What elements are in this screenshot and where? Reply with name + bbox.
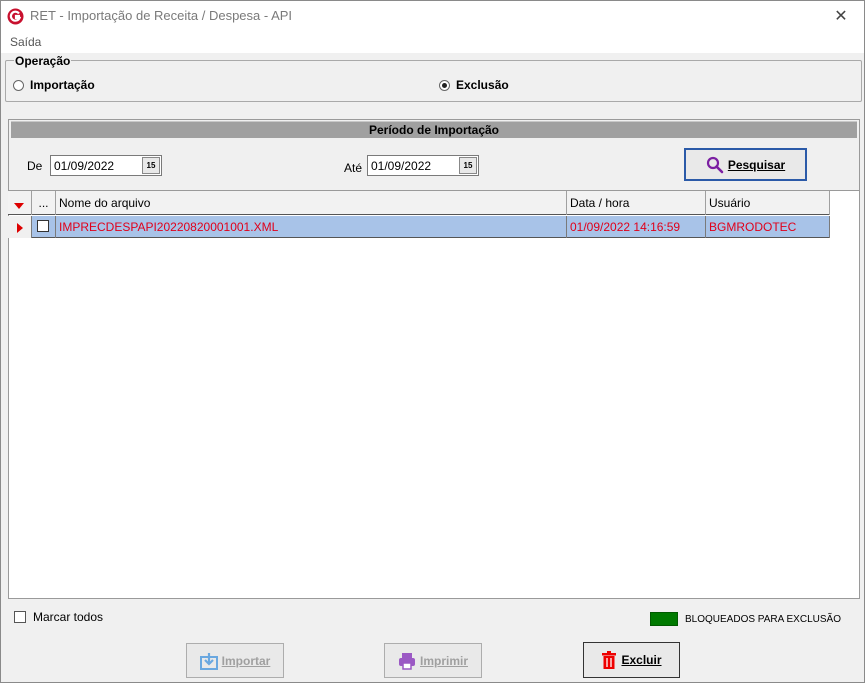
from-calendar-icon[interactable]: 15 [142,157,160,174]
import-button[interactable]: Importar [186,643,284,678]
main-window: RET - Importação de Receita / Despesa - … [0,0,865,683]
to-calendar-icon[interactable]: 15 [459,157,477,174]
grid-col-user-label: Usuário [709,196,751,210]
table-row[interactable]: IMPRECDESPAPI20220820001001.XML 01/09/20… [8,216,830,238]
import-icon [199,652,218,670]
period-header: Período de Importação [11,121,857,138]
row-filename: IMPRECDESPAPI20220820001001.XML [56,216,567,238]
delete-button[interactable]: Excluir [583,642,680,678]
grid-header: ... Nome do arquivo Data / hora Usuário [8,191,830,215]
radio-importacao[interactable]: Importação [13,78,95,92]
from-date-value: 01/09/2022 [54,159,115,173]
select-all-label: Marcar todos [33,610,104,624]
radio-label-importacao: Importação [30,78,95,92]
row-checkbox[interactable] [37,220,49,232]
row-indicator [8,216,32,238]
operation-group [5,60,862,102]
to-date-label: Até [344,161,363,175]
search-button[interactable]: Pesquisar [684,148,807,181]
title-bar: RET - Importação de Receita / Despesa - … [1,1,864,31]
grid-col-filename[interactable]: Nome do arquivo [56,191,567,215]
grid-col-datetime[interactable]: Data / hora [567,191,706,215]
radio-exclusao[interactable]: Exclusão [439,78,509,92]
sort-down-icon [14,203,24,209]
app-logo-icon [7,8,24,25]
legend-swatch [650,612,678,626]
radio-label-exclusao: Exclusão [456,78,509,92]
close-icon: ✕ [834,8,848,25]
grid-col-select-label: ... [38,196,49,210]
delete-button-label: Excluir [621,653,662,667]
print-button[interactable]: Imprimir [384,643,482,678]
grid-col-datetime-label: Data / hora [570,196,630,210]
close-button[interactable]: ✕ [818,1,864,31]
grid-col-select[interactable]: ... [32,191,56,215]
row-pointer-icon [17,223,23,233]
import-button-label: Importar [221,653,271,668]
from-date-label: De [27,159,43,173]
select-all-box[interactable] [14,611,26,623]
printer-icon [398,652,415,670]
row-datetime: 01/09/2022 14:16:59 [567,216,706,238]
trash-icon [602,651,617,669]
search-button-label: Pesquisar [727,157,786,172]
to-date-value: 01/09/2022 [371,159,432,173]
grid-col-filename-label: Nome do arquivo [59,196,151,210]
grid-col-user[interactable]: Usuário [706,191,830,215]
legend-label: BLOQUEADOS PARA EXCLUSÃO [685,614,841,625]
radio-dot-exclusao [439,79,450,91]
to-date-field[interactable]: 01/09/2022 15 [367,155,479,176]
period-header-label: Período de Importação [368,123,500,137]
radio-dot-importacao [13,79,24,91]
row-user: BGMRODOTEC [706,216,830,238]
search-icon [706,156,724,173]
row-select-cell[interactable] [32,216,56,238]
menu-item-saida[interactable]: Saída [10,35,41,49]
menu-bar: Saída [1,31,864,53]
operation-group-title: Operação [14,54,72,68]
from-date-field[interactable]: 01/09/2022 15 [50,155,162,176]
files-grid [8,190,860,599]
grid-sort-indicator[interactable] [8,191,32,215]
select-all-checkbox[interactable]: Marcar todos [14,610,103,624]
window-title: RET - Importação de Receita / Despesa - … [30,8,293,23]
print-button-label: Imprimir [419,653,468,668]
